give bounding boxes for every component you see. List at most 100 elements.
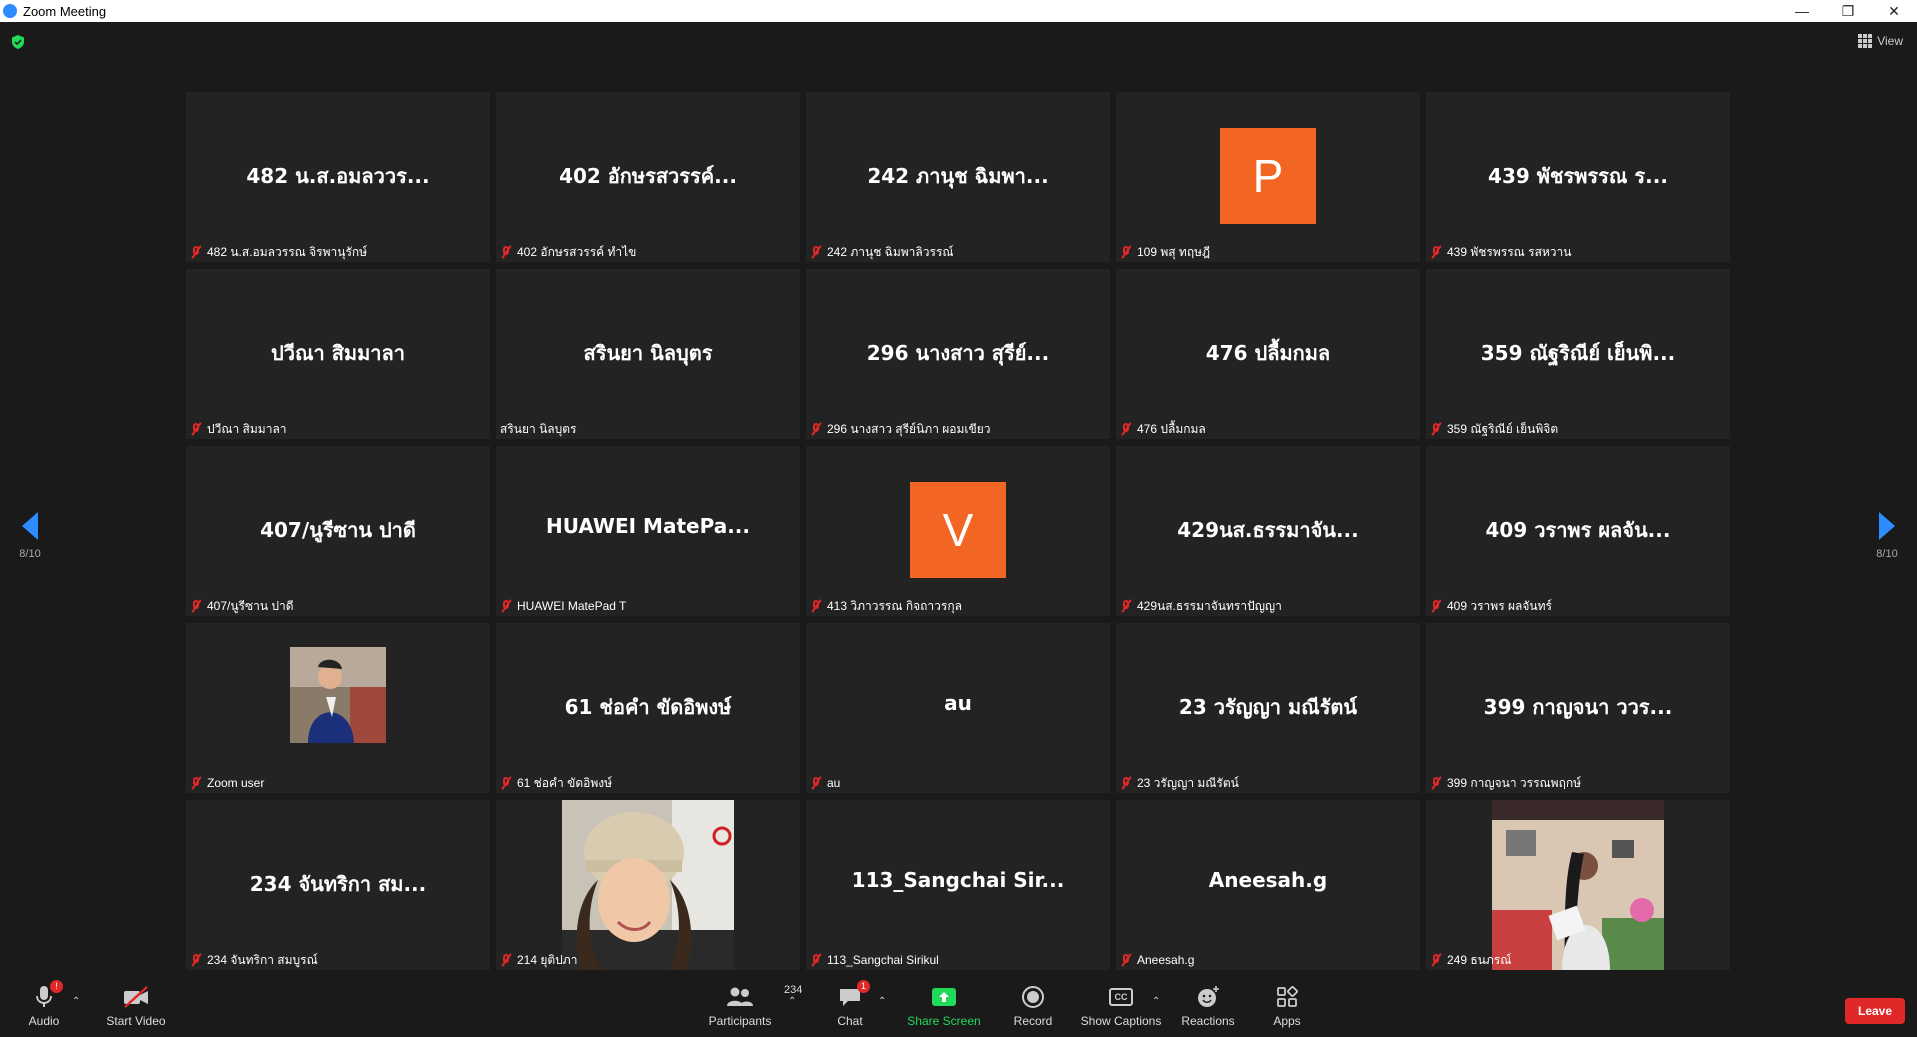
arrow-right-icon [1879,512,1895,540]
mic-muted-icon [1430,599,1442,613]
participant-photo [1492,800,1664,970]
participant-tile[interactable]: 407/นูรีซาน ปาดี 407/นูรีซาน ปาดี [186,446,490,616]
participant-name: 409 วราพร ผลจันทร์ [1447,598,1552,613]
participant-display-name: 482 น.ส.อมลววร... [246,164,430,188]
minimize-button[interactable]: — [1779,0,1825,22]
participant-tile[interactable]: V 413 วิภาวรรณ กิจถาวรกุล [806,446,1110,616]
participant-name: 482 น.ส.อมลวรรณ จิรพานุรักษ์ [207,244,368,259]
mic-muted-icon [1120,776,1132,790]
participant-tile[interactable]: 113_Sangchai Sir... 113_Sangchai Sirikul [806,800,1110,970]
participant-tile[interactable]: Zoom user [186,623,490,793]
grid-view-icon [1858,34,1873,48]
participants-options-caret[interactable]: ⌃ [788,996,796,1007]
participant-tile[interactable]: 234 จันทริกา สม... 234 จันทริกา สมบูรณ์ [186,800,490,970]
avatar: P [1220,128,1316,224]
gallery-grid: 482 น.ส.อมลววร... 482 น.ส.อมลวรรณ จิรพานุ… [186,92,1730,970]
leave-button[interactable]: Leave [1845,998,1905,1024]
mic-muted-icon [1430,953,1442,967]
participant-name-label: 399 กาญจนา วรรณพฤกษ์ [1430,773,1581,793]
participant-display-name: 61 ช่อคำ ขัดอิพงษ์ [564,695,732,719]
participant-name: 214 ยุติปภา [517,952,578,967]
audio-label: Audio [28,1013,60,1028]
start-video-button[interactable]: Start Video [102,972,170,1037]
participant-tile[interactable]: 439 พัชรพรรณ ร... 439 พัชรพรรณ รสหวาน [1426,92,1730,262]
show-captions-label: Show Captions [1080,1013,1162,1028]
reactions-button[interactable]: Reactions [1180,972,1236,1037]
mic-muted-icon [1120,953,1132,967]
participant-display-name: ปวีณา สิมมาลา [271,341,405,365]
chat-button[interactable]: 1 Chat [826,972,874,1037]
participant-tile[interactable]: 359 ณัฐริณีย์ เย็นพิ... 359 ณัฐริณีย์ เย็… [1426,269,1730,439]
participant-name: 109 พสุ ทฤษฎี [1137,244,1211,259]
security-shield-icon[interactable] [10,34,26,50]
participant-name: 234 จันทริกา สมบูรณ์ [207,952,318,967]
participant-name: 402 อักษรสวรรค์ ทำไข [517,244,637,259]
participant-tile[interactable]: 296 นางสาว สุรีย์... 296 นางสาว สุรีย์นิภ… [806,269,1110,439]
record-icon [1022,985,1044,1008]
participant-display-name: 399 กาญจนา ววร... [1483,695,1673,719]
mic-muted-icon [500,953,512,967]
audio-options-caret[interactable]: ⌃ [72,996,80,1007]
participant-name-label: 242 ภานุช ฉิมพาลิวรรณ์ [810,242,954,262]
participant-tile[interactable]: 402 อักษรสวรรค์... 402 อักษรสวรรค์ ทำไข [496,92,800,262]
participant-tile[interactable]: สรินยา นิลบุตร สรินยา นิลบุตร [496,269,800,439]
participant-tile[interactable]: 242 ภานุช ฉิมพา... 242 ภานุช ฉิมพาลิวรรณ์ [806,92,1110,262]
participant-photo [562,800,734,970]
mic-muted-icon [190,422,202,436]
close-button[interactable]: ✕ [1871,0,1917,22]
participants-button[interactable]: 234 Participants [700,972,803,1037]
participant-tile[interactable]: 409 วราพร ผลจัน... 409 วราพร ผลจันทร์ [1426,446,1730,616]
chat-options-caret[interactable]: ⌃ [878,996,886,1007]
participant-name: 296 นางสาว สุรีย์นิภา ผอมเขียว [827,421,991,436]
participant-display-name: 296 นางสาว สุรีย์... [866,341,1050,365]
participant-tile[interactable]: ปวีณา สิมมาลา ปวีณา สิมมาลา [186,269,490,439]
participants-icon [727,987,753,1006]
participant-name-label: 113_Sangchai Sirikul [810,950,939,970]
participant-tile[interactable]: P 109 พสุ ทฤษฎี [1116,92,1420,262]
participant-tile[interactable]: 482 น.ส.อมลววร... 482 น.ส.อมลวรรณ จิรพานุ… [186,92,490,262]
audio-button[interactable]: ! Audio [22,972,66,1037]
participant-name-label: 413 วิภาวรรณ กิจถาวรกุล [810,596,962,616]
participant-name-label: 234 จันทริกา สมบูรณ์ [190,950,318,970]
participant-tile[interactable]: HUAWEI MatePa... HUAWEI MatePad T [496,446,800,616]
share-screen-button[interactable]: Share Screen [904,972,984,1037]
participant-name-label: 249 ธนภรณ์ [1430,950,1511,970]
participant-tile[interactable]: 249 ธนภรณ์ [1426,800,1730,970]
participant-tile[interactable]: 214 ยุติปภา [496,800,800,970]
participant-tile[interactable]: 61 ช่อคำ ขัดอิพงษ์ 61 ช่อคำ ขัดอิพงษ์ [496,623,800,793]
view-label: View [1877,34,1903,48]
participant-tile[interactable]: 23 วรัญญา มณีรัตน์ 23 วรัญญา มณีรัตน์ [1116,623,1420,793]
mic-muted-icon [190,776,202,790]
participant-name-label: 402 อักษรสวรรค์ ทำไข [500,242,636,262]
captions-icon: CC [1109,987,1133,1006]
participant-tile[interactable]: 399 กาญจนา ววร... 399 กาญจนา วรรณพฤกษ์ [1426,623,1730,793]
participant-tile[interactable]: Aneesah.g Aneesah.g [1116,800,1420,970]
avatar: V [910,482,1006,578]
participant-tile[interactable]: au au [806,623,1110,793]
mic-muted-icon [810,599,822,613]
participant-tile[interactable]: 476 ปลื้มกมล 476 ปลื้มกมล [1116,269,1420,439]
participant-display-name: 402 อักษรสวรรค์... [559,164,737,188]
participant-photo [290,647,386,743]
chat-label: Chat [837,1013,863,1028]
participant-display-name: 407/นูรีซาน ปาดี [260,518,416,542]
participant-tile[interactable]: 429นส.ธรรมาจัน... 429นส.ธรรมาจันทราปัญญา [1116,446,1420,616]
participant-name: 23 วรัญญา มณีรัตน์ [1137,775,1239,790]
participant-name-label: 23 วรัญญา มณีรัตน์ [1120,773,1239,793]
mic-muted-icon [500,245,512,259]
apps-icon [1277,985,1298,1007]
restore-button[interactable]: ❐ [1825,0,1871,22]
participant-name-label: 476 ปลื้มกมล [1120,419,1206,439]
previous-page-button[interactable]: 8/10 [0,512,60,560]
participant-name: 429นส.ธรรมาจันทราปัญญา [1137,598,1282,613]
next-page-button[interactable]: 8/10 [1857,512,1917,560]
mic-muted-icon [1430,422,1442,436]
participant-name: 439 พัชรพรรณ รสหวาน [1447,244,1572,259]
record-button[interactable]: Record [1008,972,1058,1037]
mic-muted-icon [500,776,512,790]
participant-name-label: 214 ยุติปภา [500,950,577,970]
apps-button[interactable]: Apps [1262,972,1312,1037]
captions-options-caret[interactable]: ⌃ [1152,996,1160,1007]
participant-display-name: 476 ปลื้มกมล [1205,341,1331,365]
view-button[interactable]: View [1858,34,1903,48]
